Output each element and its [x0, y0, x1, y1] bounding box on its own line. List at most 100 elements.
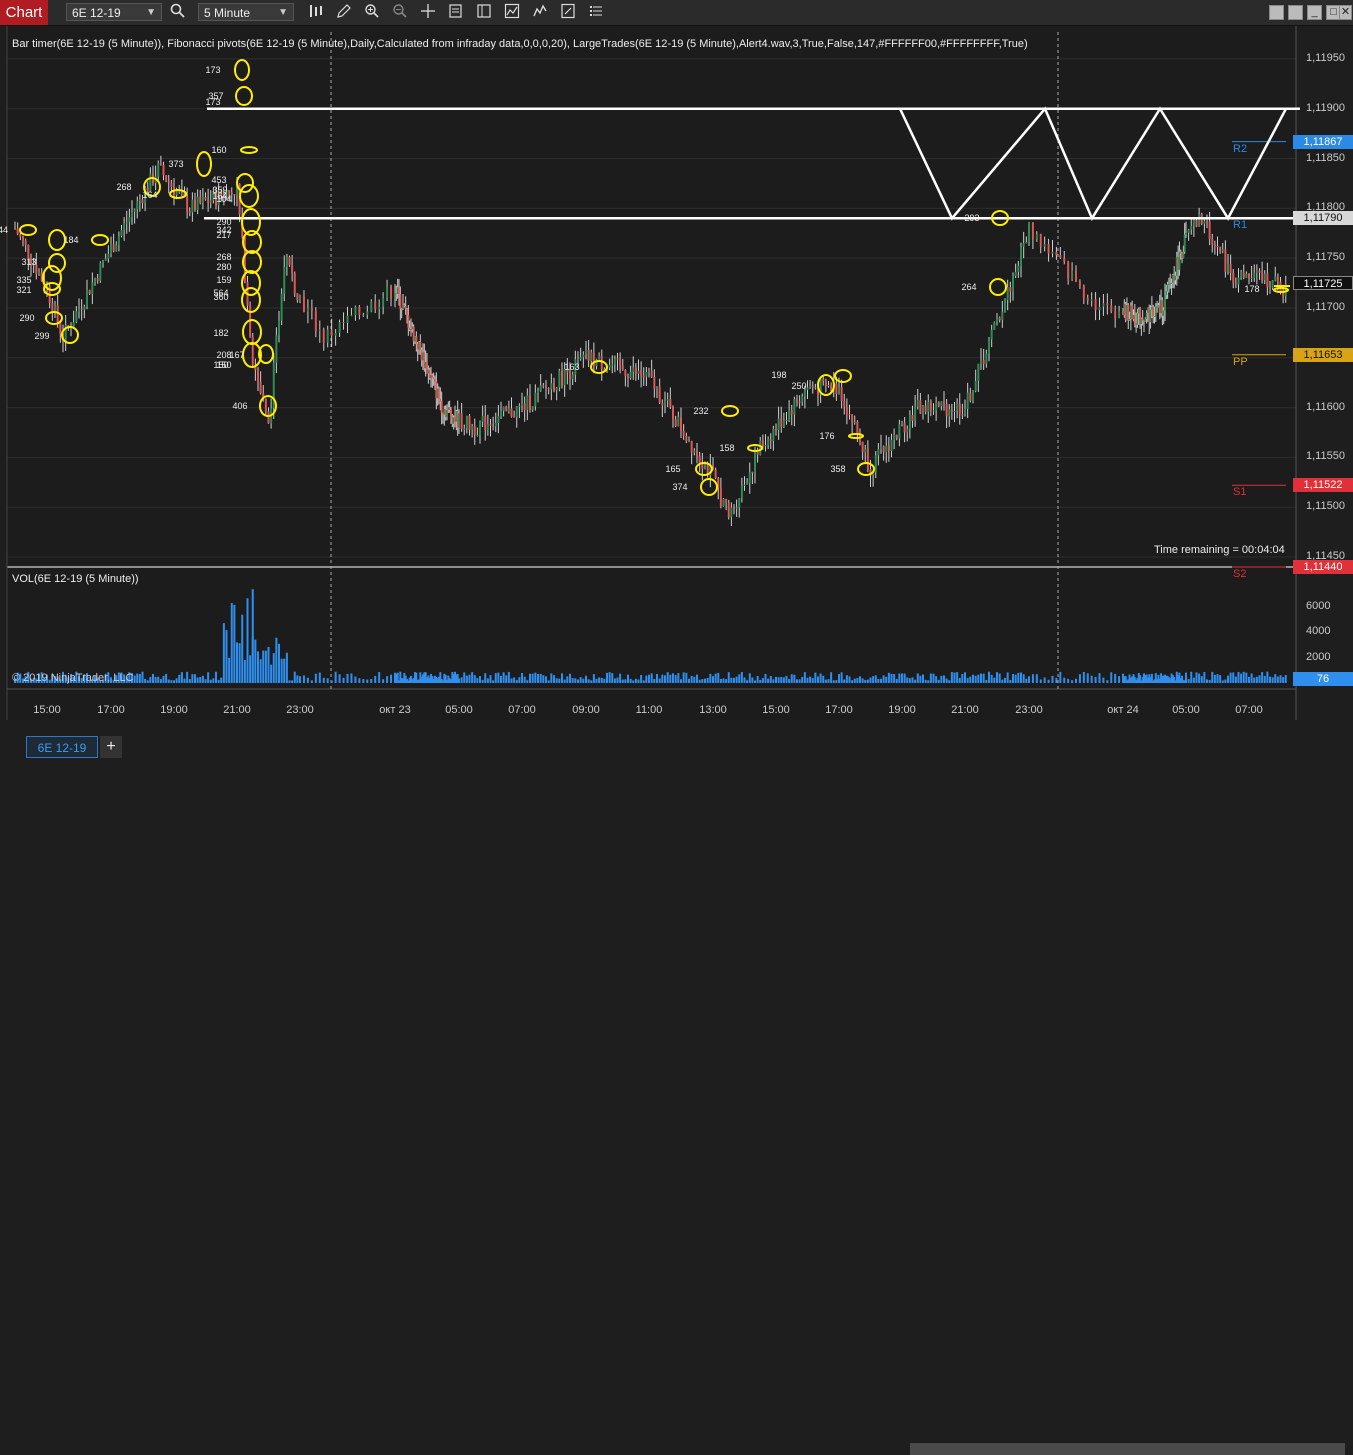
candle-body [577, 359, 579, 361]
candle-body [162, 164, 165, 176]
candle-body [310, 307, 313, 312]
candle-body [648, 370, 650, 372]
candle-body [465, 415, 468, 429]
crosshair-icon[interactable] [418, 3, 438, 21]
candle-body [993, 322, 996, 330]
candle-body [362, 314, 365, 316]
properties-icon[interactable] [558, 3, 578, 21]
volume-bar [296, 675, 299, 683]
window-button-1[interactable] [1269, 5, 1284, 20]
volume-bar [733, 677, 735, 683]
volume-bar [650, 673, 653, 683]
volume-bar [793, 674, 796, 683]
volume-bar [798, 679, 801, 683]
volume-bar [1017, 672, 1020, 683]
list-icon[interactable] [586, 3, 606, 21]
volume-bar [217, 680, 220, 683]
add-tab-button[interactable]: + [100, 736, 122, 758]
draw-icon[interactable] [334, 3, 354, 21]
volume-bar [186, 671, 189, 683]
chart-tab[interactable]: Chart [0, 0, 48, 25]
volume-bar [1110, 672, 1113, 683]
candle-body [318, 329, 321, 332]
candle-body [893, 434, 896, 440]
candle-body [267, 411, 270, 424]
candle-body [38, 272, 40, 275]
candle-body [733, 507, 735, 509]
search-icon[interactable] [168, 3, 188, 21]
minimize-icon[interactable]: _ [1307, 5, 1322, 20]
volume-bar [264, 650, 267, 683]
horizontal-scrollbar[interactable] [910, 1443, 1345, 1455]
candle-body [1266, 273, 1269, 288]
large-trade-label: 321 [16, 285, 31, 295]
volume-bar [1266, 671, 1269, 683]
candle-body [982, 359, 985, 364]
candle-body [754, 451, 756, 473]
volume-bar [838, 674, 840, 683]
candle-body [632, 367, 635, 372]
volume-bar [840, 672, 843, 683]
price-tick-label: 1,11500 [1306, 500, 1345, 513]
candle-body [932, 410, 935, 412]
volume-bar [207, 672, 210, 683]
volume-bar [1224, 679, 1227, 683]
volume-bar [318, 672, 321, 683]
candle-body [209, 200, 212, 203]
candle-body [714, 469, 717, 479]
volume-bar [579, 677, 582, 683]
candle-body [494, 422, 497, 427]
data-box-icon[interactable] [446, 3, 466, 21]
candle-body [988, 339, 990, 354]
candle-body [1025, 242, 1028, 244]
candle-body [398, 287, 400, 294]
candle-body [1255, 270, 1258, 273]
volume-bar [698, 679, 701, 683]
time-tick-label: 23:00 [286, 704, 314, 716]
volume-bar [138, 674, 141, 683]
candle-body [291, 265, 294, 274]
volume-bar [964, 672, 966, 683]
volume-bar [285, 652, 288, 683]
instrument-select[interactable]: 6E 12-19 ▼ [66, 3, 162, 21]
candle-body [924, 405, 927, 412]
candle-body [764, 445, 767, 447]
indicators-icon[interactable] [530, 3, 550, 21]
candle-body [419, 341, 422, 350]
volume-last-label: 76 [1293, 672, 1353, 687]
volume-bar [1211, 671, 1214, 683]
candle-body [165, 175, 168, 182]
zoom-out-icon[interactable] [390, 3, 410, 21]
candle-body [1059, 255, 1062, 258]
candle-body [972, 390, 974, 401]
interval-select[interactable]: 5 Minute ▼ [198, 3, 294, 21]
candle-body [669, 399, 672, 407]
volume-bar [1200, 676, 1203, 683]
chart-trader-icon[interactable] [474, 3, 494, 21]
candle-body [201, 196, 204, 203]
bar-type-icon[interactable] [306, 3, 326, 21]
candle-body [83, 306, 86, 310]
chart-area[interactable]: 173 357 173 160 373 268 164 453 359 164 104 44 290 34… [0, 26, 1353, 720]
volume-bar [693, 676, 696, 683]
volume-bar [1213, 674, 1216, 683]
window-button-2[interactable] [1288, 5, 1303, 20]
candle-body [571, 374, 574, 379]
volume-bar [1253, 677, 1256, 683]
volume-bar [555, 678, 558, 683]
zoom-in-icon[interactable] [362, 3, 382, 21]
close-icon[interactable]: ✕ [1339, 5, 1352, 20]
candle-body [1063, 257, 1066, 262]
volume-bar [717, 672, 720, 683]
large-trade-label: 373 [168, 159, 183, 169]
time-tick-label: 17:00 [825, 704, 853, 716]
strategies-icon[interactable] [502, 3, 522, 21]
candle-body [998, 317, 1001, 321]
candle-body [1179, 251, 1182, 254]
time-tick-label: 19:00 [888, 704, 916, 716]
price-chart[interactable]: 1733571731603732681644533591641044429034… [0, 26, 1353, 720]
candle-body [439, 398, 442, 402]
instrument-tab[interactable]: 6E 12-19 [26, 736, 98, 758]
candle-body [935, 402, 938, 411]
volume-bar [637, 679, 640, 683]
